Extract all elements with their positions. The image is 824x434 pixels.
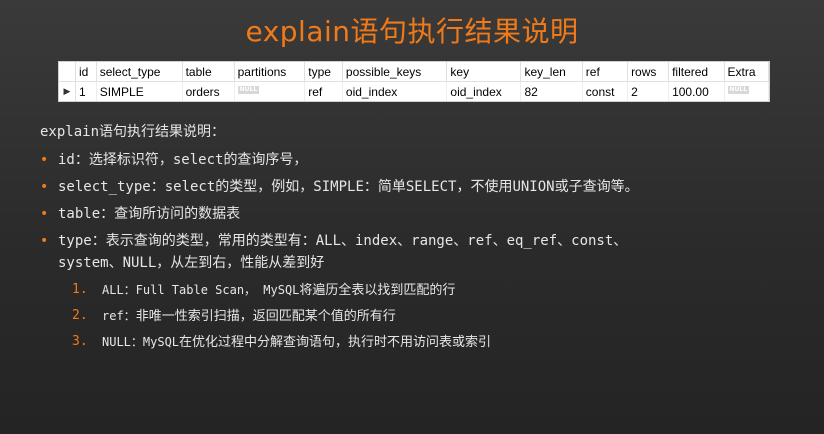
bullet-text: 查询所访问的数据表 [114, 206, 241, 222]
cell-table[interactable]: orders [182, 81, 235, 101]
subitem-text: 非唯一性索引扫描，返回匹配某个值的所有行 [135, 309, 396, 324]
cell-extra[interactable]: NULL [724, 81, 769, 101]
bullet-text: 从左到右，性能从差到好 [170, 255, 325, 271]
table-row[interactable]: ▶ 1 SIMPLE orders NULL ref oid_index oid… [59, 81, 769, 101]
bullet-code: SIMPLE： [313, 179, 378, 195]
bullet-code: type： [58, 233, 106, 249]
col-header-key-len[interactable]: key_len [520, 62, 583, 82]
bullet-table: • table：查询所访问的数据表 [40, 203, 820, 225]
cell-rows[interactable]: 2 [627, 81, 670, 101]
cell-key[interactable]: oid_index [446, 81, 522, 101]
subitem-code: ALL：Full Table Scan， MySQL [102, 283, 300, 297]
cell-possible-keys[interactable]: oid_index [342, 81, 448, 101]
bullet-code: select_type：select [58, 179, 216, 195]
slide-title: explain语句执行结果说明 [245, 15, 579, 48]
bullet-code: id： [58, 152, 89, 168]
bullet-dot-icon: • [40, 233, 49, 249]
subitem-text: 在优化过程中分解查询语句，执行时不用访问表或索引 [179, 335, 492, 350]
col-header-type[interactable]: type [304, 62, 343, 82]
subitem-number: 1. [72, 282, 88, 297]
bullet-text: 的类型，例如， [215, 179, 314, 195]
result-grid: id select_type table partitions type pos… [58, 61, 770, 102]
bullet-text: ，不使用 [456, 179, 513, 195]
subitem-all: 1. ALL：Full Table Scan， MySQL将遍历全表以找到匹配的… [40, 281, 820, 300]
col-header-id[interactable]: id [75, 62, 97, 82]
subitem-code: NULL：MySQL [102, 335, 180, 349]
bullet-code: UNION [512, 179, 555, 195]
bullet-code: select [172, 152, 224, 168]
subitem-null: 3. NULL：MySQL在优化过程中分解查询语句，执行时不用访问表或索引 [40, 333, 820, 352]
cell-id[interactable]: 1 [75, 81, 97, 101]
col-header-key[interactable]: key [446, 62, 522, 82]
row-pointer-icon: ▶ [59, 81, 76, 101]
bullet-dot-icon: • [40, 152, 49, 168]
col-header-extra[interactable]: Extra [724, 62, 769, 82]
col-header-rows[interactable]: rows [627, 62, 670, 82]
bullet-text: 简单 [377, 179, 406, 195]
bullet-text: 表示查询的类型，常用的类型有： [105, 233, 316, 249]
bullet-code: table： [58, 206, 115, 222]
subitem-ref: 2. ref：非唯一性索引扫描，返回匹配某个值的所有行 [40, 307, 820, 326]
row-header-corner [59, 62, 76, 82]
bullet-dot-icon: • [40, 206, 49, 222]
bullet-text: 或子查询等。 [554, 179, 639, 195]
bullet-dot-icon: • [40, 179, 49, 195]
null-badge: NULL [237, 85, 260, 94]
bullet-code: system、NULL， [58, 255, 171, 271]
cell-key-len[interactable]: 82 [520, 81, 583, 101]
bullet-select-type: • select_type：select的类型，例如，SIMPLE：简单SELE… [40, 176, 820, 198]
subitem-code: ref： [102, 309, 136, 323]
cell-filtered[interactable]: 100.00 [668, 81, 725, 101]
bullet-text: 的查询序号， [223, 152, 308, 168]
intro-text: explain语句执行结果说明： [40, 124, 226, 140]
header-row: id select_type table partitions type pos… [59, 62, 769, 82]
col-header-ref[interactable]: ref [582, 62, 629, 82]
col-header-table[interactable]: table [182, 62, 235, 82]
col-header-possible-keys[interactable]: possible_keys [342, 62, 448, 82]
col-header-partitions[interactable]: partitions [234, 62, 306, 82]
cell-ref[interactable]: const [582, 81, 629, 101]
col-header-select-type[interactable]: select_type [96, 62, 183, 82]
subitem-number: 2. [72, 308, 88, 323]
bullet-id: • id：选择标识符，select的查询序号， [40, 149, 820, 171]
subitem-number: 3. [72, 334, 88, 349]
bullet-type: • type：表示查询的类型，常用的类型有：ALL、index、range、re… [40, 230, 820, 274]
bullet-text: 选择标识符， [88, 152, 173, 168]
slide-body: explain语句执行结果说明： • id：选择标识符，select的查询序号，… [40, 120, 820, 352]
null-badge: NULL [727, 85, 750, 94]
subitem-text: 将遍历全表以找到匹配的行 [299, 283, 456, 298]
cell-type[interactable]: ref [304, 81, 343, 101]
bullet-code: ALL、index、range、ref、eq_ref、const、 [315, 233, 628, 249]
cell-partitions[interactable]: NULL [234, 81, 306, 101]
col-header-filtered[interactable]: filtered [668, 62, 725, 82]
bullet-code: SELECT [405, 179, 457, 195]
cell-select-type[interactable]: SIMPLE [96, 81, 183, 101]
